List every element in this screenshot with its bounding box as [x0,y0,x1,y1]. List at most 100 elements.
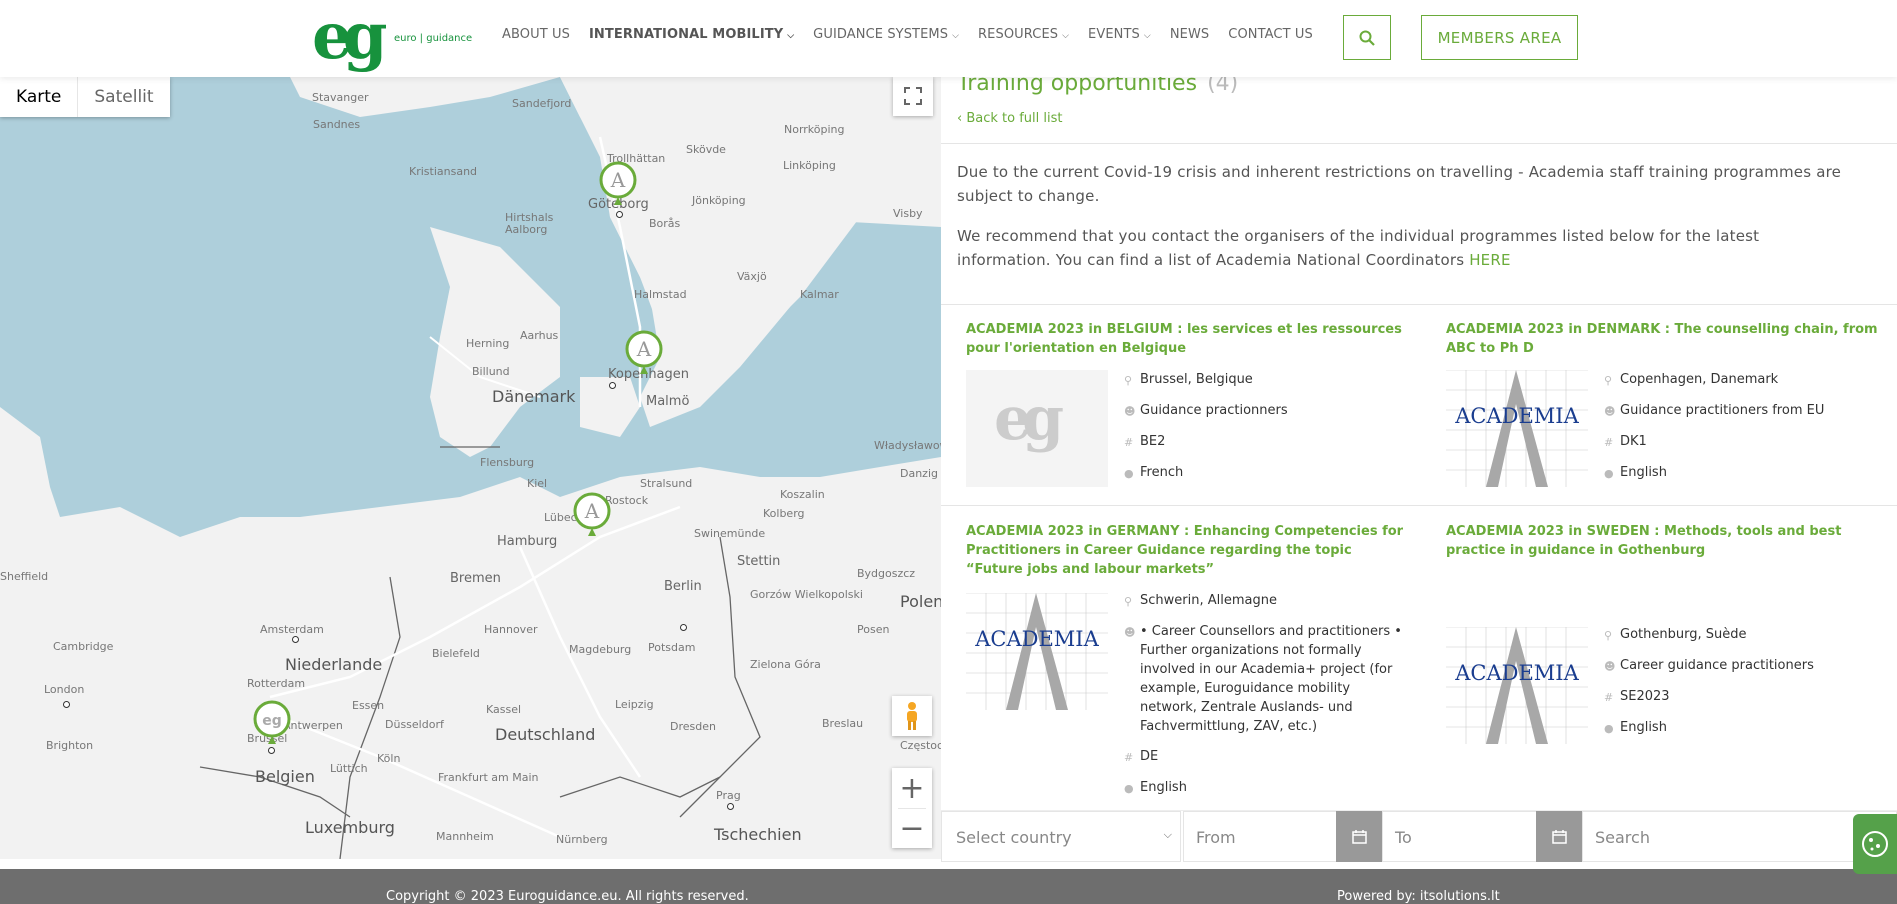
nav-international-mobility[interactable]: INTERNATIONAL MOBILITY ⌵ [589,27,794,42]
street-view-button[interactable] [892,696,932,736]
copyright-text: Copyright © 2023 Euroguidance.eu. All ri… [386,889,749,904]
city-dot [609,382,616,389]
map-label-city: Nürnberg [556,833,608,846]
training-language: French [1140,465,1184,480]
globe-icon: ● [1124,467,1134,480]
training-language: English [1140,780,1187,795]
map-label-city: Cambridge [53,640,114,653]
fullscreen-icon [904,87,922,105]
filter-bar: Select country ⌵ From To Search [941,810,1897,862]
map-label-city: Hannover [484,623,538,636]
training-list-panel: Training opportunities (4) ‹ Back to full… [941,77,1897,859]
map-type-control: Karte Satellit [0,77,170,117]
map-label-city: Linköping [783,159,836,172]
map-marker-copenhagen[interactable]: A [625,330,663,378]
nav-contact-us[interactable]: CONTACT US [1228,27,1313,42]
map-label-city: Malmö [646,394,690,409]
country-select-value: Select country [956,828,1072,847]
training-title-link[interactable]: ACADEMIA 2023 in DENMARK : The counselli… [1446,320,1886,358]
back-to-full-list-link[interactable]: ‹ Back to full list [957,111,1063,126]
search-button[interactable] [1343,15,1391,60]
map-label-city: Sheffield [0,570,49,583]
country-select[interactable]: Select country ⌵ [941,811,1181,862]
page-title: Training opportunities (4) [957,77,1238,96]
map[interactable]: Dänemark Niederlande Belgien Deutschland… [0,77,941,859]
nav-about-us[interactable]: ABOUT US [502,27,570,42]
divider [941,304,1897,305]
map-label-city: Sandnes [313,118,361,131]
fullscreen-button[interactable] [893,77,933,116]
search-input[interactable]: Search [1582,811,1897,862]
training-language: English [1620,465,1667,480]
city-dot [616,211,623,218]
training-title-link[interactable]: ACADEMIA 2023 in SWEDEN : Methods, tools… [1446,522,1886,560]
training-card: ACADEMIA 2023 in GERMANY : Enhancing Com… [966,522,1406,795]
nav-events[interactable]: EVENTS ⌵ [1088,27,1151,42]
from-date-input[interactable]: From [1183,811,1337,862]
training-location: Gothenburg, Suède [1620,627,1747,642]
map-label-city: Magdeburg [569,643,632,656]
map-label-city: Stralsund [640,477,693,490]
training-audience: Career guidance practitioners [1620,658,1814,673]
map-label-city: Potsdam [648,641,696,654]
cookie-icon [1862,831,1888,857]
members-area-button[interactable]: MEMBERS AREA [1421,15,1578,60]
map-type-satellite-button[interactable]: Satellit [78,77,169,117]
nav-resources[interactable]: RESOURCES ⌵ [978,27,1069,42]
map-label-city: Rotterdam [247,677,306,690]
map-label-city: Halmstad [634,288,687,301]
map-label-city: Kiel [527,477,548,490]
training-card: ACADEMIA 2023 in SWEDEN : Methods, tools… [1446,522,1886,744]
zoom-out-button[interactable]: − [892,808,932,848]
from-calendar-button[interactable] [1336,811,1382,862]
map-label-city: Częstochowa [900,739,941,752]
pegman-icon [907,702,917,730]
map-label-city: Düsseldorf [385,718,444,731]
notice-paragraph: Due to the current Covid-19 crisis and i… [957,163,1842,205]
training-title-link[interactable]: ACADEMIA 2023 in BELGIUM : les services … [966,320,1406,358]
training-image[interactable]: eg [966,370,1108,487]
city-dot [268,747,275,754]
nav-news[interactable]: NEWS [1170,27,1209,42]
map-label-country: Deutschland [495,725,596,744]
globe-icon: ● [1124,782,1134,795]
to-date-input[interactable]: To [1382,811,1538,862]
academia-logo-text: ACADEMIA [1454,404,1579,428]
training-audience: • Career Counsellors and practitioners •… [1140,624,1402,734]
map-label-city: Breslau [822,717,864,730]
map-label-city: Antwerpen [283,719,343,732]
training-code: SE2023 [1620,689,1670,704]
svg-text:eg: eg [262,713,282,729]
nav-guidance-systems[interactable]: GUIDANCE SYSTEMS ⌵ [813,27,959,42]
cookie-settings-button[interactable] [1853,814,1897,874]
zoom-in-button[interactable]: + [892,768,932,808]
training-image-academia[interactable]: ACADEMIA [1446,370,1588,487]
hashtag-icon: # [1604,436,1614,449]
training-image-academia[interactable]: ACADEMIA [1446,627,1588,744]
map-label-city: Essen [352,699,385,712]
map-marker-brussel[interactable]: eg [253,700,291,748]
coordinators-link[interactable]: HERE [1469,251,1510,269]
training-meta: ⚲ Schwerin, Allemagne ☻ • Career Counsello… [1124,591,1406,809]
map-marker-gothenburg[interactable]: A [599,161,637,209]
globe-icon: ● [1604,467,1614,480]
chevron-down-icon: ⌵ [1163,828,1172,841]
map-label-city: Kalmar [800,288,839,301]
map-label-country: Niederlande [285,655,383,674]
location-pin-icon: ⚲ [1124,374,1133,387]
map-marker-schwerin[interactable]: A [573,492,611,540]
training-image-academia[interactable]: ACADEMIA [966,593,1108,710]
users-icon: ☻ [1124,626,1136,639]
nav-label: INTERNATIONAL MOBILITY [588,27,784,42]
chevron-down-icon: ⌵ [952,31,960,41]
map-label-city: London [44,683,85,696]
map-label-city: Jönköping [692,194,746,207]
map-type-map-button[interactable]: Karte [0,77,79,117]
training-audience: Guidance practionners [1140,403,1288,418]
to-calendar-button[interactable] [1536,811,1582,862]
euroguidance-logo[interactable]: eg euro | guidance [312,4,472,70]
map-label-country: Belgien [255,767,315,786]
training-title-link[interactable]: ACADEMIA 2023 in GERMANY : Enhancing Com… [966,522,1406,579]
training-card: ACADEMIA 2023 in DENMARK : The counselli… [1446,320,1886,487]
map-label-city: Stavanger [312,91,369,104]
